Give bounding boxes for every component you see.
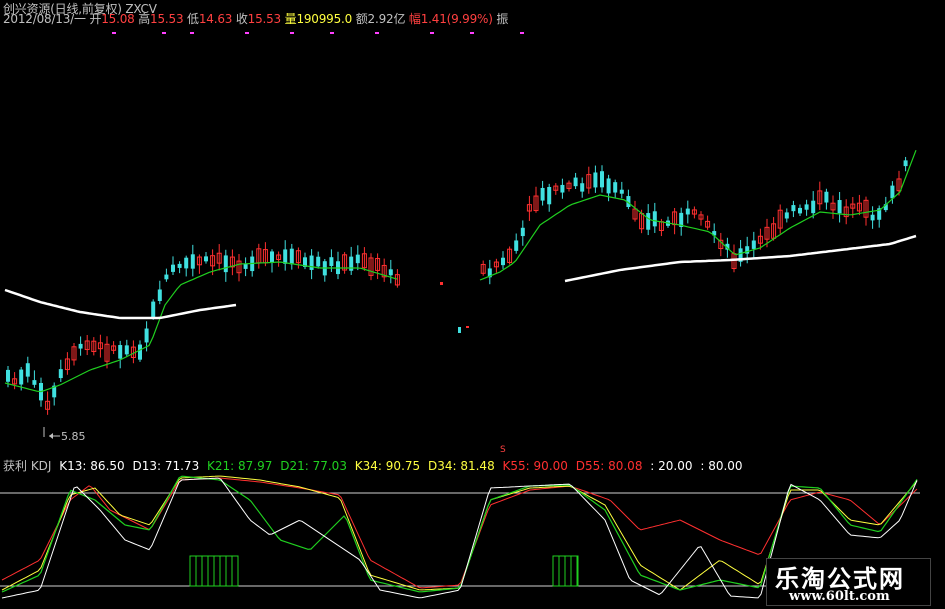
chart-canvas: 5.85 S <box>0 32 920 599</box>
tick-mark <box>112 32 116 34</box>
candle-body <box>613 182 618 193</box>
candle-body <box>171 264 175 272</box>
tick-mark <box>375 32 379 34</box>
candle-body <box>223 255 228 273</box>
candle-body <box>177 263 182 268</box>
candle-body <box>190 254 195 269</box>
d34-value: D34: 81.48 <box>427 459 495 473</box>
candle-body <box>520 227 525 237</box>
candle-body <box>824 191 829 203</box>
center-marker: S <box>500 445 506 455</box>
tick-mark <box>245 32 249 34</box>
candle-body <box>804 204 809 210</box>
candle-body <box>138 344 142 360</box>
candle-body <box>19 369 24 385</box>
candle-body <box>440 282 443 285</box>
candle-body <box>560 184 565 193</box>
candle-body <box>573 177 578 187</box>
candle-body <box>751 240 756 249</box>
d21-value: D21: 77.03 <box>280 459 347 473</box>
candle-body <box>118 345 123 359</box>
candle-body <box>811 200 816 214</box>
candle-body <box>78 343 83 349</box>
tick-mark <box>430 32 434 34</box>
candle-body <box>6 369 10 382</box>
candle-body <box>157 289 162 301</box>
candle-body <box>458 327 461 333</box>
candle-body <box>890 185 895 199</box>
level-80-value: : 80.00 <box>700 459 743 473</box>
tick-mark <box>190 32 194 34</box>
indicator-legend: 获利 KDJ K13: 86.50 D13: 71.73 K21: 87.97 … <box>3 457 747 474</box>
candlestick-series <box>6 156 908 415</box>
candle-body <box>124 345 129 355</box>
candle-body <box>289 248 294 265</box>
candle-body <box>283 249 288 264</box>
watermark-box: 乐淘公式网 www.60lt.com <box>766 558 931 606</box>
low-price-label: 5.85 <box>61 430 86 443</box>
tick-mark <box>290 32 294 34</box>
candle-body <box>349 256 354 271</box>
candle-body <box>316 256 321 267</box>
candle-body <box>784 212 789 219</box>
candle-body <box>619 189 624 194</box>
k55-value: K55: 90.00 <box>502 459 568 473</box>
candle-body <box>514 240 519 251</box>
candle-body <box>540 187 545 201</box>
k21-value: K21: 87.97 <box>207 459 273 473</box>
d13-value: D13: 71.73 <box>132 459 200 473</box>
level-20-value: : 20.00 <box>650 459 693 473</box>
tick-mark <box>330 32 334 34</box>
candle-body <box>144 328 149 343</box>
candle-body <box>606 178 611 194</box>
low-price-marker: 5.85 <box>43 427 86 443</box>
candle-body <box>151 301 156 318</box>
arrowhead-icon <box>49 433 53 439</box>
candle-body <box>547 186 552 205</box>
candle-body <box>652 211 657 227</box>
tick-mark <box>520 32 524 34</box>
candle-body <box>388 269 393 276</box>
candle-body <box>685 208 690 215</box>
candle-body <box>646 213 651 230</box>
candle-body <box>309 255 314 270</box>
candle-body <box>184 257 189 269</box>
candle-body <box>243 263 248 269</box>
candle-body <box>837 200 842 214</box>
tick-mark <box>470 32 474 34</box>
header-tick-marks <box>112 32 524 34</box>
candle-body <box>164 274 169 280</box>
signal-bars <box>189 555 579 587</box>
candle-body <box>870 214 875 221</box>
candle-body <box>204 256 208 262</box>
candle-body <box>791 205 796 212</box>
ma-white-line-left <box>4 288 237 320</box>
tick-mark <box>162 32 166 34</box>
candle-body <box>329 257 334 267</box>
candle-body <box>903 160 908 167</box>
candle-body <box>25 363 30 377</box>
k13-value: K13: 86.50 <box>59 459 125 473</box>
candle-body <box>798 207 802 214</box>
candle-body <box>466 326 469 328</box>
candle-body <box>593 172 598 188</box>
d55-value: D55: 80.08 <box>575 459 643 473</box>
candle-body <box>501 257 505 266</box>
candle-body <box>270 251 274 263</box>
candle-body <box>32 380 37 385</box>
indicator-name: 获利 KDJ <box>3 459 52 473</box>
candle-body <box>58 369 63 379</box>
k34-value: K34: 90.75 <box>354 459 421 473</box>
candle-body <box>355 254 360 264</box>
candle-body <box>580 183 585 192</box>
watermark-url: www.60lt.com <box>789 589 890 604</box>
candle-body <box>600 171 604 188</box>
